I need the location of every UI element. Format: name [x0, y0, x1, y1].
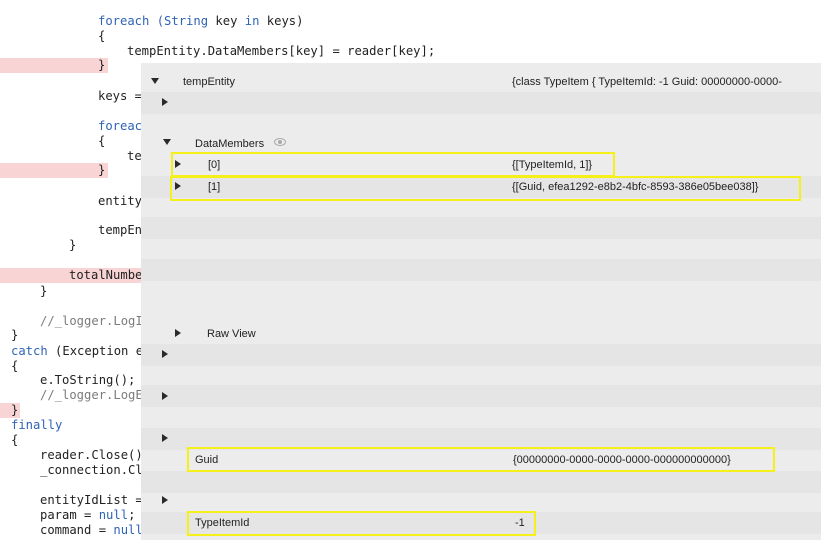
rawview-row[interactable]: Raw View	[141, 323, 821, 345]
highlight-box	[170, 176, 801, 201]
code-line: {	[11, 359, 19, 373]
code-line: te	[127, 149, 142, 163]
code-line: }	[11, 328, 19, 342]
code-line: catch (Exception e	[11, 344, 143, 359]
code-line: {	[11, 433, 19, 447]
breakpoint-line-highlight	[0, 163, 108, 178]
code-line: //_logger.LogI	[40, 314, 143, 328]
code-line: //_logger.LogE	[40, 388, 143, 402]
breakpoint-line-highlight	[0, 58, 108, 73]
code-line: }	[69, 238, 77, 252]
code-token: (Exception e	[47, 344, 144, 358]
code-token: String	[164, 14, 209, 28]
variable-value: {class TypeItem { TypeItemId: -1 Guid: 0…	[512, 76, 782, 88]
eye-icon[interactable]	[274, 138, 286, 146]
datatip-row-stripe	[141, 259, 821, 281]
code-line: entityIdList =	[40, 493, 143, 507]
code-token: param =	[40, 508, 99, 522]
code-line: }	[40, 284, 48, 298]
code-line: tempEn	[98, 223, 143, 237]
datamembers-row[interactable]: DataMembers	[141, 132, 821, 154]
code-token: keys)	[259, 14, 304, 28]
variable-name: DataMembers	[195, 138, 265, 150]
collapse-arrow-icon[interactable]	[163, 139, 171, 145]
code-line: }	[98, 58, 106, 72]
datatip-row-stripe	[141, 385, 821, 407]
code-token: catch	[11, 344, 48, 358]
datatip-row-stripe	[141, 471, 821, 493]
code-token: null	[98, 508, 129, 522]
code-line: foreac	[98, 119, 143, 133]
code-line: _connection.Cl	[40, 463, 143, 477]
code-line: }	[11, 403, 19, 417]
code-line: totalNumbe	[69, 268, 143, 282]
code-line: param = null;	[40, 508, 135, 523]
code-line: {	[98, 134, 106, 148]
code-token: null	[113, 523, 143, 537]
collapse-arrow-icon[interactable]	[151, 78, 159, 84]
datatip-row-stripe	[141, 92, 821, 114]
code-line: keys =	[98, 89, 143, 103]
code-line: }	[98, 163, 106, 177]
code-line: entity	[98, 194, 143, 208]
highlight-box	[171, 152, 615, 177]
code-token: foreach (	[98, 14, 165, 28]
debugger-datatip[interactable]: tempEntity {class TypeItem { TypeItemId:…	[141, 63, 821, 540]
code-line: e.ToString();	[40, 373, 136, 387]
datatip-row-stripe	[141, 344, 821, 366]
variable-name: tempEntity	[183, 76, 235, 88]
expand-arrow-icon[interactable]	[162, 496, 168, 504]
code-token: in	[244, 14, 260, 28]
highlight-box	[187, 511, 536, 536]
code-line: finally	[11, 418, 63, 432]
code-token: ;	[128, 508, 136, 522]
expand-arrow-icon[interactable]	[162, 434, 168, 442]
code-line: foreach (String key in keys)	[98, 14, 303, 29]
code-line: tempEntity.DataMembers[key] = reader[key…	[127, 44, 436, 58]
code-token: key	[208, 14, 245, 28]
variable-name: Raw View	[207, 328, 256, 340]
expand-arrow-icon[interactable]	[162, 392, 168, 400]
code-line: command = null	[40, 523, 143, 538]
expand-arrow-icon[interactable]	[175, 329, 181, 337]
highlight-box	[187, 447, 775, 472]
datatip-root-row[interactable]: tempEntity {class TypeItem { TypeItemId:…	[141, 71, 821, 93]
code-token: command =	[40, 523, 114, 537]
code-line: reader.Close()	[40, 448, 143, 462]
code-line: {	[98, 29, 106, 43]
expand-arrow-icon[interactable]	[162, 98, 168, 106]
expand-arrow-icon[interactable]	[162, 350, 168, 358]
datatip-row-stripe	[141, 217, 821, 239]
